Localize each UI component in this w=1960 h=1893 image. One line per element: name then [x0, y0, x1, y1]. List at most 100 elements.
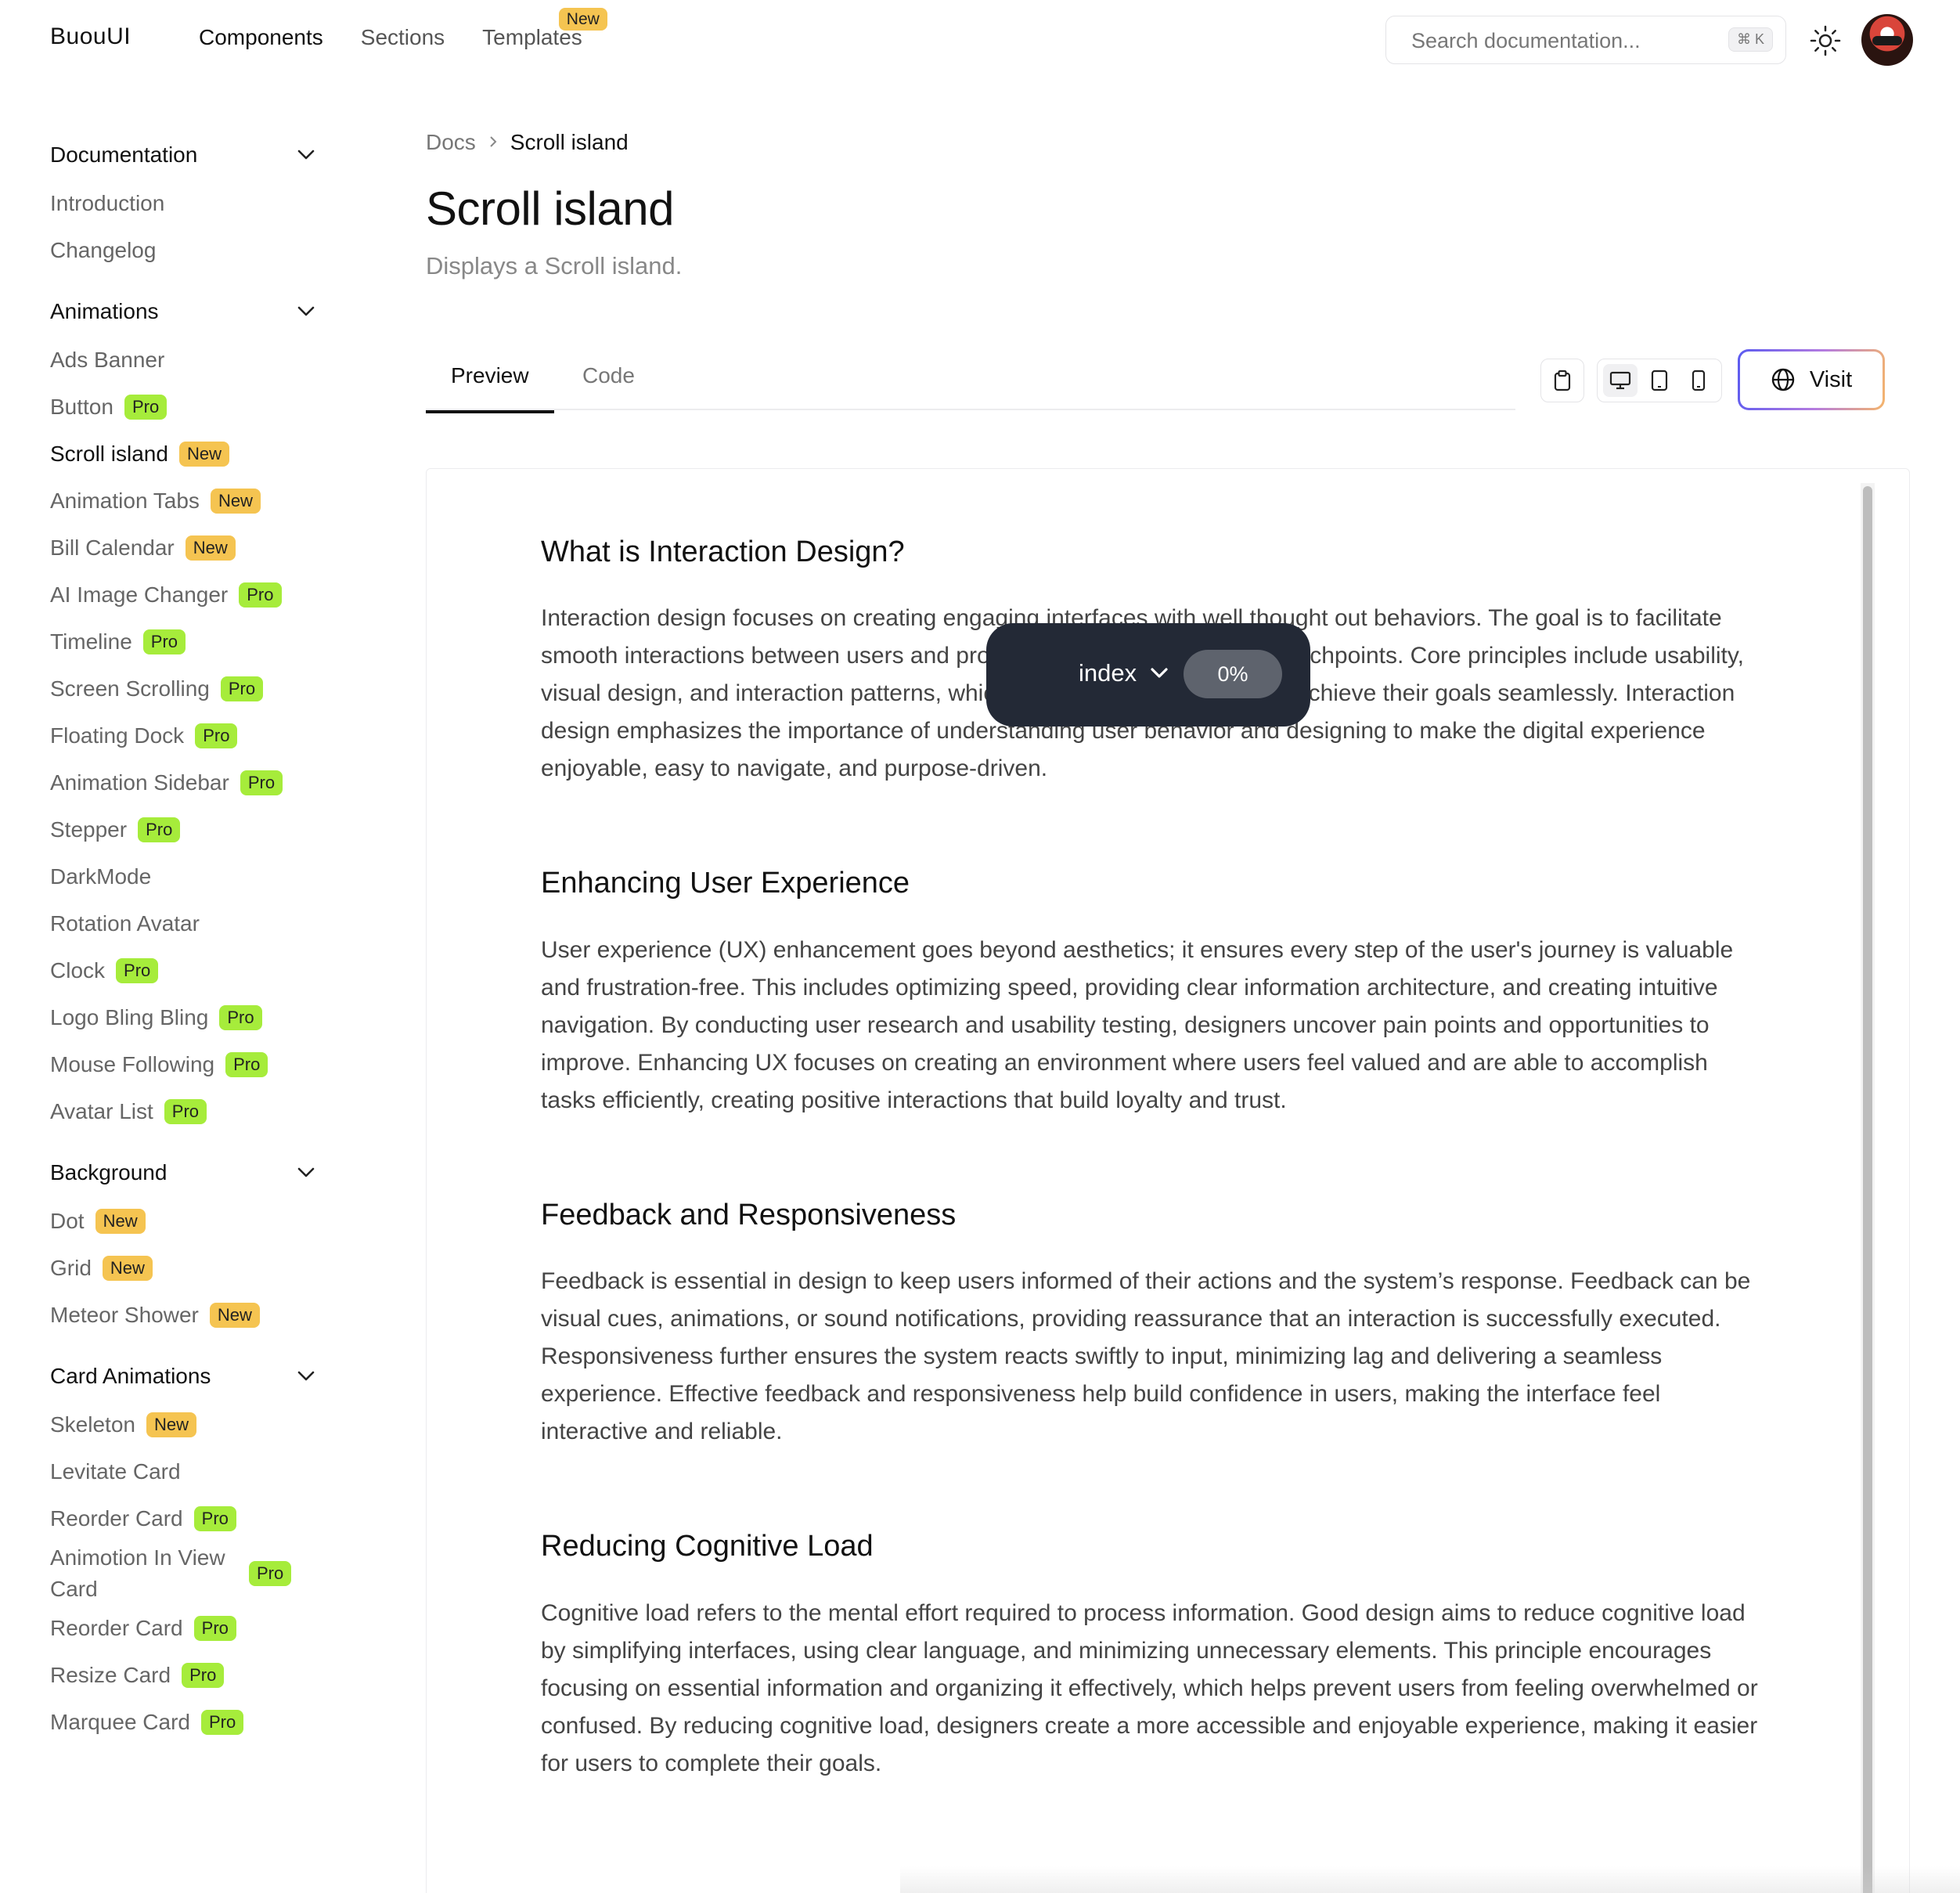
- sidebar-section-header[interactable]: Animations: [50, 294, 316, 329]
- sidebar-item-timeline[interactable]: Timeline Pro: [50, 618, 316, 665]
- new-badge: New: [178, 441, 229, 467]
- sidebar-section-title: Card Animations: [50, 1364, 211, 1388]
- sidebar-item-animation-tabs[interactable]: Animation Tabs New: [50, 478, 316, 525]
- sidebar-item-introduction[interactable]: Introduction: [50, 180, 316, 227]
- tab-code[interactable]: Code: [557, 363, 660, 410]
- sidebar-item-bill-calendar[interactable]: Bill Calendar New: [50, 525, 316, 572]
- sidebar-item-label: Reorder Card: [50, 1506, 183, 1531]
- sidebar-item-ai-image-changer[interactable]: AI Image Changer Pro: [50, 572, 316, 618]
- sidebar-item-scroll-island[interactable]: Scroll island New: [50, 431, 316, 478]
- sidebar-section-card-animations: Card Animations Skeleton New Levitate Card R…: [50, 1359, 316, 1746]
- mobile-view-button[interactable]: [1681, 364, 1716, 397]
- new-badge: New: [209, 1302, 260, 1329]
- pro-badge: Pro: [220, 676, 264, 702]
- sidebar-item-label: Dot: [50, 1209, 85, 1233]
- device-switcher: [1597, 359, 1722, 402]
- pro-badge: Pro: [249, 1560, 292, 1587]
- sidebar-item-darkmode[interactable]: DarkMode: [50, 853, 316, 900]
- sidebar-item-ads-banner[interactable]: Ads Banner: [50, 337, 316, 384]
- desktop-view-button[interactable]: [1603, 364, 1638, 397]
- new-badge: New: [146, 1412, 196, 1438]
- sidebar-item-label: Logo Bling Bling: [50, 1005, 209, 1029]
- visit-button[interactable]: Visit: [1738, 349, 1885, 410]
- sidebar-item-levitate-card[interactable]: Levitate Card: [50, 1448, 316, 1495]
- sidebar-item-marquee-card[interactable]: Marquee Card Pro: [50, 1699, 316, 1746]
- pro-badge: Pro: [138, 817, 181, 843]
- sidebar-item-label: Bill Calendar: [50, 535, 175, 560]
- sidebar-item-clock[interactable]: Clock Pro: [50, 947, 316, 994]
- sidebar-section-header[interactable]: Background: [50, 1156, 316, 1190]
- sidebar-item-label: Floating Dock: [50, 723, 185, 748]
- sidebar-item-label: Clock: [50, 958, 106, 983]
- sidebar-section-header[interactable]: Documentation: [50, 138, 316, 172]
- sidebar-item-rotation-avatar[interactable]: Rotation Avatar: [50, 900, 316, 947]
- sidebar-item-logo-bling-bling[interactable]: Logo Bling Bling Pro: [50, 994, 316, 1041]
- breadcrumb-docs[interactable]: Docs: [426, 130, 476, 155]
- scrollbar[interactable]: [1861, 483, 1875, 1893]
- scrollbar-thumb[interactable]: [1863, 486, 1872, 1893]
- sidebar-item-animation-sidebar[interactable]: Animation Sidebar Pro: [50, 759, 316, 806]
- pro-badge: Pro: [240, 770, 283, 796]
- chevron-down-icon: [296, 142, 316, 168]
- sidebar-items: Dot New Grid New Meteor Shower New: [50, 1190, 316, 1339]
- tablet-view-button[interactable]: [1642, 364, 1677, 397]
- sidebar-item-reorder-card[interactable]: Reorder Card Pro: [50, 1605, 316, 1652]
- island-index-toggle[interactable]: index: [1079, 659, 1169, 687]
- new-badge: New: [185, 535, 236, 561]
- nav-components[interactable]: Components: [199, 25, 323, 50]
- sidebar-item-changelog[interactable]: Changelog: [50, 227, 316, 274]
- pro-badge: Pro: [200, 1709, 244, 1736]
- pro-badge: Pro: [142, 629, 186, 655]
- chevron-down-icon: [296, 299, 316, 324]
- new-badge: New: [102, 1255, 153, 1282]
- sidebar-section-title: Animations: [50, 299, 159, 323]
- sidebar-item-label: DarkMode: [50, 864, 152, 889]
- pro-badge: Pro: [193, 1615, 236, 1642]
- sidebar-item-label: Animation Tabs: [50, 489, 200, 513]
- new-badge: New: [558, 8, 607, 31]
- sidebar-item-meteor-shower[interactable]: Meteor Shower New: [50, 1292, 316, 1339]
- top-nav: Components Sections Templates New: [199, 8, 607, 50]
- article-paragraph: User experience (UX) enhancement goes be…: [541, 936, 1734, 1113]
- sidebar-item-label: Marquee Card: [50, 1710, 190, 1734]
- article-paragraph: Feedback is essential in design to keep …: [541, 1268, 1751, 1445]
- page-subtitle: Displays a Scroll island.: [426, 252, 683, 279]
- new-badge: New: [210, 488, 261, 514]
- nav-templates[interactable]: Templates New: [482, 8, 607, 50]
- logo[interactable]: BuouUI: [50, 23, 131, 50]
- sidebar-item-label: Screen Scrolling: [50, 676, 210, 701]
- search-input[interactable]: Search documentation... ⌘ K: [1385, 16, 1786, 64]
- sidebar-item-avatar-list[interactable]: Avatar List Pro: [50, 1088, 316, 1135]
- sidebar-item-stepper[interactable]: Stepper Pro: [50, 806, 316, 853]
- sidebar-item-mouse-following[interactable]: Mouse Following Pro: [50, 1041, 316, 1088]
- pro-badge: Pro: [182, 1662, 225, 1689]
- copy-button[interactable]: [1540, 359, 1584, 402]
- sidebar-item-reorder-card[interactable]: Reorder Card Pro: [50, 1495, 316, 1542]
- tab-preview[interactable]: Preview: [426, 363, 554, 413]
- sidebar-item-label: Grid: [50, 1256, 92, 1280]
- article-paragraph: Cognitive load refers to the mental effo…: [541, 1599, 1758, 1776]
- sidebar-section-animations: Animations Ads Banner Button Pro Scroll isla…: [50, 294, 316, 1135]
- pro-badge: Pro: [193, 1505, 236, 1532]
- sidebar-item-grid[interactable]: Grid New: [50, 1245, 316, 1292]
- sidebar-item-dot[interactable]: Dot New: [50, 1198, 316, 1245]
- sidebar-item-label: Introduction: [50, 191, 165, 215]
- sidebar-item-button[interactable]: Button Pro: [50, 384, 316, 431]
- sidebar-item-screen-scrolling[interactable]: Screen Scrolling Pro: [50, 665, 316, 712]
- new-badge: New: [95, 1208, 146, 1235]
- sidebar-item-label: Rotation Avatar: [50, 911, 200, 936]
- breadcrumb-current: Scroll island: [510, 130, 629, 154]
- theme-toggle-sun-icon[interactable]: [1808, 23, 1843, 58]
- sidebar-item-resize-card[interactable]: Resize Card Pro: [50, 1652, 316, 1699]
- article: What is Interaction Design? Interaction d…: [541, 533, 1762, 1859]
- sidebar-item-label: Mouse Following: [50, 1052, 215, 1076]
- preview-code-tabs: Preview Code: [426, 348, 1515, 413]
- sidebar-item-animotion-in-view-card[interactable]: Animotion In View Card Pro: [50, 1542, 316, 1605]
- sidebar-item-floating-dock[interactable]: Floating Dock Pro: [50, 712, 316, 759]
- sidebar-item-skeleton[interactable]: Skeleton New: [50, 1401, 316, 1448]
- sidebar-section-header[interactable]: Card Animations: [50, 1359, 316, 1394]
- scroll-island[interactable]: index 0%: [986, 623, 1310, 727]
- sidebar-item-label: Animation Sidebar: [50, 770, 229, 795]
- nav-sections[interactable]: Sections: [361, 25, 445, 50]
- user-avatar[interactable]: [1861, 14, 1913, 66]
